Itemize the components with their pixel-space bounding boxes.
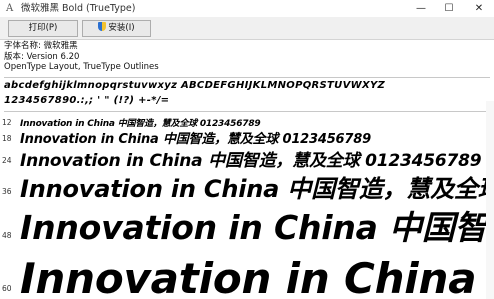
sample-row-36: 36 Innovation in China 中国智造，慧及全球 [0, 170, 494, 202]
size-label: 18 [2, 134, 12, 143]
font-name: 字体名称: 微软雅黑 [4, 41, 78, 51]
divider [4, 111, 490, 112]
sample-row-60: 60 Innovation in China 中 [0, 248, 494, 299]
font-version: 版本: Version 6.20 [4, 51, 80, 62]
sample-text: Innovation in China 中国智造 [20, 208, 494, 247]
vertical-scrollbar[interactable] [486, 101, 494, 299]
sample-text: Innovation in China 中国智造，慧及全球 0123456789 [20, 151, 482, 170]
size-label: 12 [2, 118, 12, 127]
font-app-icon: A [6, 3, 14, 14]
title-bar: A 微软雅黑 Bold (TrueType) — ☐ ✕ [0, 0, 494, 17]
sample-text: Innovation in China 中国智造，慧及全球 [20, 175, 494, 202]
window-title: 微软雅黑 Bold (TrueType) [21, 3, 136, 14]
print-button-label: 打印(P) [28, 23, 58, 33]
install-button-label: 安装(I) [108, 23, 135, 33]
sample-row-48: 48 Innovation in China 中国智造 [0, 203, 494, 247]
sample-row-18: 18 Innovation in China 中国智造，慧及全球 0123456… [0, 128, 494, 146]
toolbar: 打印(P) 安装(I) [0, 17, 494, 40]
sample-text: Innovation in China 中 [20, 254, 494, 299]
sample-row-12: 12 Innovation in China 中国智造，慧及全球 0123456… [0, 115, 494, 129]
maximize-button[interactable]: ☐ [436, 0, 462, 17]
shield-icon [98, 22, 107, 31]
size-label: 48 [2, 231, 12, 240]
sample-text: Innovation in China 中国智造，慧及全球 0123456789 [20, 132, 371, 146]
print-button[interactable]: 打印(P) [8, 20, 78, 37]
close-button[interactable]: ✕ [466, 0, 492, 17]
charset-letters: abcdefghijklmnopqrstuvwxyz ABCDEFGHIJKLM… [4, 80, 386, 91]
sample-row-24: 24 Innovation in China 中国智造，慧及全球 0123456… [0, 146, 494, 170]
size-label: 24 [2, 156, 12, 165]
font-format: OpenType Layout, TrueType Outlines [4, 62, 159, 72]
charset-digits-symbols: 1234567890.:,; ' " (!?) +-*/= [4, 95, 170, 106]
minimize-button[interactable]: — [408, 0, 434, 17]
size-label: 60 [2, 284, 12, 293]
install-button[interactable]: 安装(I) [82, 20, 151, 37]
size-label: 36 [2, 187, 12, 196]
font-info: 字体名称: 微软雅黑 版本: Version 6.20 OpenType Lay… [4, 41, 159, 73]
divider [4, 77, 490, 78]
